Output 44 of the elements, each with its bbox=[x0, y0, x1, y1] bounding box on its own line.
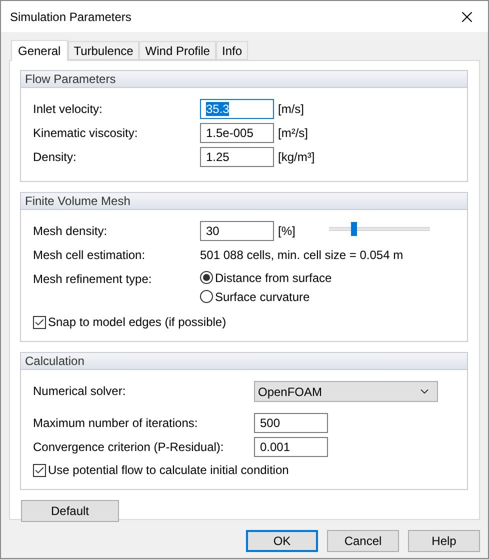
input-field[interactable]: 0.001 bbox=[254, 437, 328, 457]
group-header: Calculation bbox=[21, 353, 467, 370]
slider-thumb[interactable] bbox=[351, 222, 358, 236]
estimation-text: 501 088 cells, min. cell size = 0.054 m bbox=[200, 247, 404, 262]
default-button[interactable]: Default bbox=[21, 500, 119, 522]
field-label: Inlet velocity: bbox=[33, 101, 104, 116]
checkbox[interactable]: Use potential flow to calculate initial condition bbox=[33, 461, 289, 479]
input-field[interactable]: 30 bbox=[200, 221, 274, 241]
dialog-button[interactable]: Cancel bbox=[327, 530, 399, 552]
group-header: Flow Parameters bbox=[21, 71, 467, 88]
radio-option[interactable]: Surface curvature bbox=[200, 288, 332, 305]
unit-label: [m/s] bbox=[277, 101, 304, 116]
dialog-button[interactable]: Help bbox=[408, 530, 480, 552]
field-label: Density: bbox=[33, 149, 78, 164]
checkbox[interactable]: Snap to model edges (if possible) bbox=[33, 313, 226, 331]
input-field[interactable]: 1.25 bbox=[200, 147, 274, 167]
group-header: Finite Volume Mesh bbox=[21, 193, 467, 210]
input-field[interactable]: 500 bbox=[254, 413, 328, 433]
field-label: Numerical solver: bbox=[33, 383, 127, 398]
tab[interactable]: Wind Profile bbox=[139, 41, 216, 60]
field-label: Mesh cell estimation: bbox=[33, 247, 146, 262]
radio-label: Surface curvature bbox=[215, 290, 310, 304]
checkmark-icon bbox=[34, 464, 45, 476]
radio-label: Distance from surface bbox=[215, 270, 332, 284]
input-field[interactable]: 1.5e-005 bbox=[200, 123, 274, 143]
field-label: Kinematic viscosity: bbox=[33, 125, 139, 140]
tab[interactable]: General bbox=[11, 40, 68, 61]
radio-button[interactable] bbox=[200, 290, 213, 303]
field-label: Convergence criterion (P-Residual): bbox=[33, 439, 225, 454]
dialog-button[interactable]: OK bbox=[246, 530, 318, 552]
unit-label: [kg/m³] bbox=[277, 149, 315, 164]
solver-dropdown[interactable]: OpenFOAM bbox=[254, 381, 438, 402]
window-title: Simulation Parameters bbox=[10, 10, 132, 24]
field-label: Maximum number of iterations: bbox=[33, 415, 199, 430]
field-label: Mesh refinement type: bbox=[33, 271, 153, 286]
tab[interactable]: Turbulence bbox=[68, 41, 140, 60]
checkmark-icon bbox=[34, 316, 45, 328]
radio-option[interactable]: Distance from surface bbox=[200, 269, 332, 286]
radio-button[interactable] bbox=[200, 271, 213, 284]
field-label: Mesh density: bbox=[33, 223, 108, 238]
input-field[interactable]: 35.3 bbox=[200, 99, 274, 119]
unit-label: [m²/s] bbox=[277, 125, 308, 140]
unit-label: [%] bbox=[277, 223, 296, 238]
tab[interactable]: Info bbox=[216, 41, 248, 60]
